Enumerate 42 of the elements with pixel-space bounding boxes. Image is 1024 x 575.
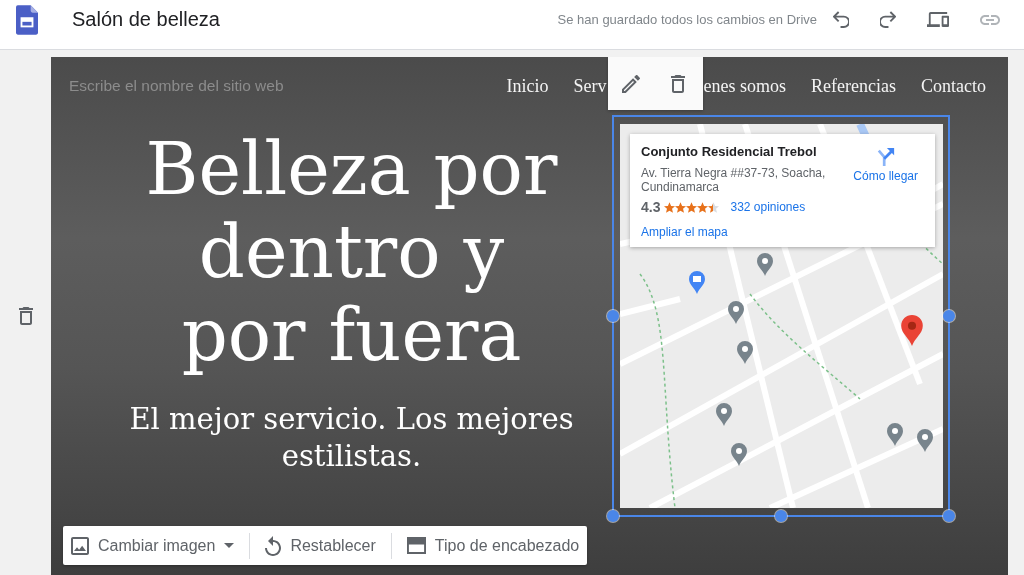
reset-button[interactable]: Restablecer: [261, 526, 380, 565]
image-menu-button[interactable]: Cambiar imagen: [67, 526, 239, 565]
resize-handle[interactable]: [943, 310, 955, 322]
turn-arrow-icon: [876, 147, 895, 166]
larger-map-link[interactable]: Ampliar el mapa: [641, 225, 728, 239]
circular-arrow-icon: [265, 535, 282, 556]
nav-link[interactable]: Inicio: [506, 75, 549, 97]
nav-link[interactable]: Contacto: [921, 75, 986, 97]
site-name-field[interactable]: Escribe el nombre del sitio web: [69, 77, 309, 95]
star-icon: [664, 201, 676, 213]
resize-handle[interactable]: [943, 510, 955, 522]
header-layout-icon: [406, 537, 426, 554]
star-icon: [675, 201, 687, 213]
undo-icon: [833, 11, 849, 28]
nav-link[interactable]: Referencias: [811, 75, 896, 97]
hero-subtitle: El mejor servicio. Los mejores estilistas.: [128, 401, 575, 475]
resize-handle[interactable]: [607, 510, 619, 522]
star-icon: [686, 201, 698, 213]
nav-link[interactable]: enes somos: [703, 75, 787, 97]
caret-icon: [224, 543, 235, 548]
header-type-button[interactable]: Tipo de encabezado: [402, 526, 584, 565]
resize-handle[interactable]: [775, 510, 787, 522]
trash-icon: [670, 74, 685, 93]
star-icon: [697, 201, 709, 213]
redo-icon: [880, 11, 896, 28]
hero-title: Belleza por dentro y por fuera: [144, 128, 559, 377]
star-icon: [708, 201, 720, 213]
site-title[interactable]: Salón de belleza: [72, 8, 220, 31]
place-address: Av. Tierra Negra ##37-73, Soacha, Cundinamarca: [641, 166, 827, 194]
reviews-link[interactable]: 332 opiniones: [730, 200, 806, 214]
resize-handle[interactable]: [607, 310, 619, 322]
document-logo-icon[interactable]: [16, 4, 38, 35]
place-name: Conjunto Residencial Trebol: [641, 143, 817, 161]
directions-link[interactable]: Cómo llegar: [853, 147, 918, 183]
trash-icon: [18, 307, 33, 325]
nav-link[interactable]: Serv: [573, 75, 607, 97]
image-icon: [71, 536, 89, 555]
pencil-icon: [621, 74, 640, 93]
rating-value: 4.3: [641, 199, 661, 215]
save-status: Se han guardado todos los cambios en Drive: [557, 12, 817, 27]
laptop-phone-icon: [927, 12, 949, 27]
link-icon: [980, 14, 1000, 25]
